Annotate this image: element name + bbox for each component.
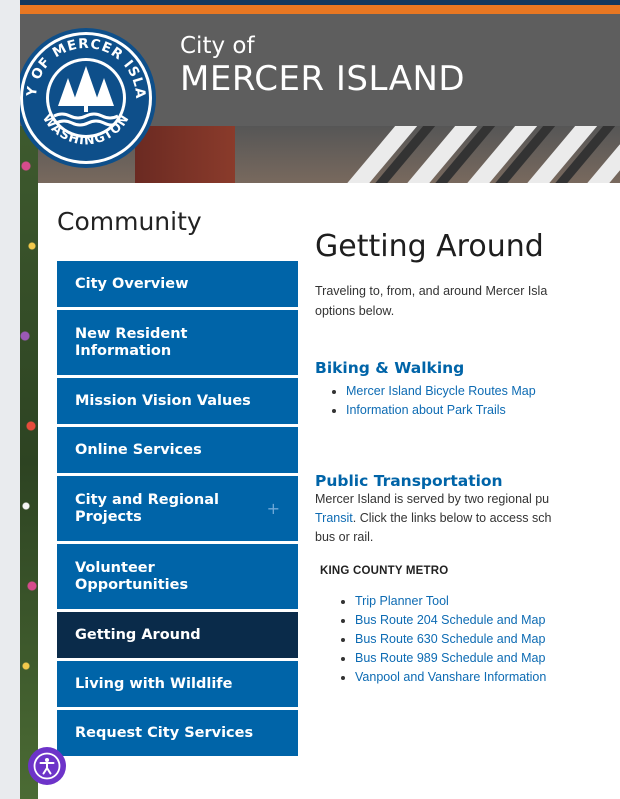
list-item: Bus Route 630 Schedule and Map [341,630,620,649]
bullet-icon [341,675,345,680]
biking-walking-heading: Biking & Walking [315,359,465,377]
content-panel: Community City Overview New Resident Inf… [38,183,620,799]
list-item: Vanpool and Vanshare Information [341,668,620,687]
public-line-1: Mercer Island is served by two regional … [315,492,550,506]
site-title-name: MERCER ISLAND [180,59,466,99]
list-item: Trip Planner Tool [341,592,620,611]
list-item: Mercer Island Bicycle Routes Map [332,382,620,401]
sidebar-item-new-resident-information[interactable]: New Resident Information [57,310,298,375]
public-line-3: bus or rail. [315,530,374,544]
intro-line-1: Traveling to, from, and around Mercer Is… [315,284,548,298]
sidebar-item-label: City and Regional Projects [75,491,219,525]
bus-route-630-link[interactable]: Bus Route 630 Schedule and Map [355,632,545,646]
bullet-icon [341,599,345,604]
public-line-2: . Click the links below to access sch [352,511,552,525]
sidebar-item-label: Request City Services [75,724,254,741]
sidebar-item-label: Mission Vision Values [75,392,251,409]
sidebar-item-getting-around[interactable]: Getting Around [57,612,298,658]
sidebar-item-mission-vision-values[interactable]: Mission Vision Values [57,378,298,424]
sidebar-item-city-overview[interactable]: City Overview [57,261,298,307]
bullet-icon [332,389,336,394]
section-sidebar: Community City Overview New Resident Inf… [57,207,298,759]
page-frame: CITY OF MERCER ISLAND WASHINGTON City of… [20,0,620,799]
bus-route-204-link[interactable]: Bus Route 204 Schedule and Map [355,613,545,627]
list-item: Bus Route 204 Schedule and Map [341,611,620,630]
sidebar-item-label: Online Services [75,441,202,458]
flower-photo-strip [20,126,38,799]
king-county-metro-heading: KING COUNTY METRO [320,565,449,577]
sidebar-item-label: Living with Wildlife [75,675,233,692]
accessibility-icon [33,752,61,780]
page-title: Getting Around [315,229,544,264]
sidebar-item-label: Getting Around [75,626,201,643]
transit-link[interactable]: Transit [315,511,353,525]
trip-planner-link[interactable]: Trip Planner Tool [355,594,449,608]
sidebar-heading: Community [57,207,202,236]
site-title[interactable]: City of MERCER ISLAND [180,32,465,98]
bus-route-989-link[interactable]: Bus Route 989 Schedule and Map [355,651,545,665]
accent-stripe [20,5,620,14]
park-trails-link[interactable]: Information about Park Trails [346,403,506,417]
intro-text: Traveling to, from, and around Mercer Is… [315,281,620,321]
sidebar-item-online-services[interactable]: Online Services [57,427,298,473]
public-transportation-heading: Public Transportation [315,472,503,490]
public-transportation-text: Mercer Island is served by two regional … [315,490,620,547]
intro-line-2: options below. [315,304,395,318]
sidebar-item-label: City Overview [75,275,189,292]
accessibility-button[interactable] [28,747,66,785]
sidebar-item-city-and-regional-projects[interactable]: City and Regional Projects + [57,476,298,541]
main-content: Getting Around Traveling to, from, and a… [315,226,620,687]
sidebar-item-volunteer-opportunities[interactable]: Volunteer Opportunities [57,544,298,609]
list-item: Bus Route 989 Schedule and Map [341,649,620,668]
city-seal-logo[interactable]: CITY OF MERCER ISLAND WASHINGTON [20,26,158,170]
list-item: Information about Park Trails [332,401,620,420]
bullet-icon [332,408,336,413]
expand-plus-icon[interactable]: + [267,500,280,517]
sidebar-item-request-city-services[interactable]: Request City Services [57,710,298,756]
bullet-icon [341,618,345,623]
bullet-icon [341,656,345,661]
sidebar-item-label: New Resident Information [75,325,188,359]
vanpool-link[interactable]: Vanpool and Vanshare Information [355,670,546,684]
bicycle-routes-map-link[interactable]: Mercer Island Bicycle Routes Map [346,384,536,398]
sidebar-item-living-with-wildlife[interactable]: Living with Wildlife [57,661,298,707]
metro-links-list: Trip Planner Tool Bus Route 204 Schedule… [341,592,620,687]
biking-links-list: Mercer Island Bicycle Routes Map Informa… [332,382,620,420]
bullet-icon [341,637,345,642]
sidebar-item-label: Volunteer Opportunities [75,559,189,593]
site-title-city-of: City of [180,33,255,59]
